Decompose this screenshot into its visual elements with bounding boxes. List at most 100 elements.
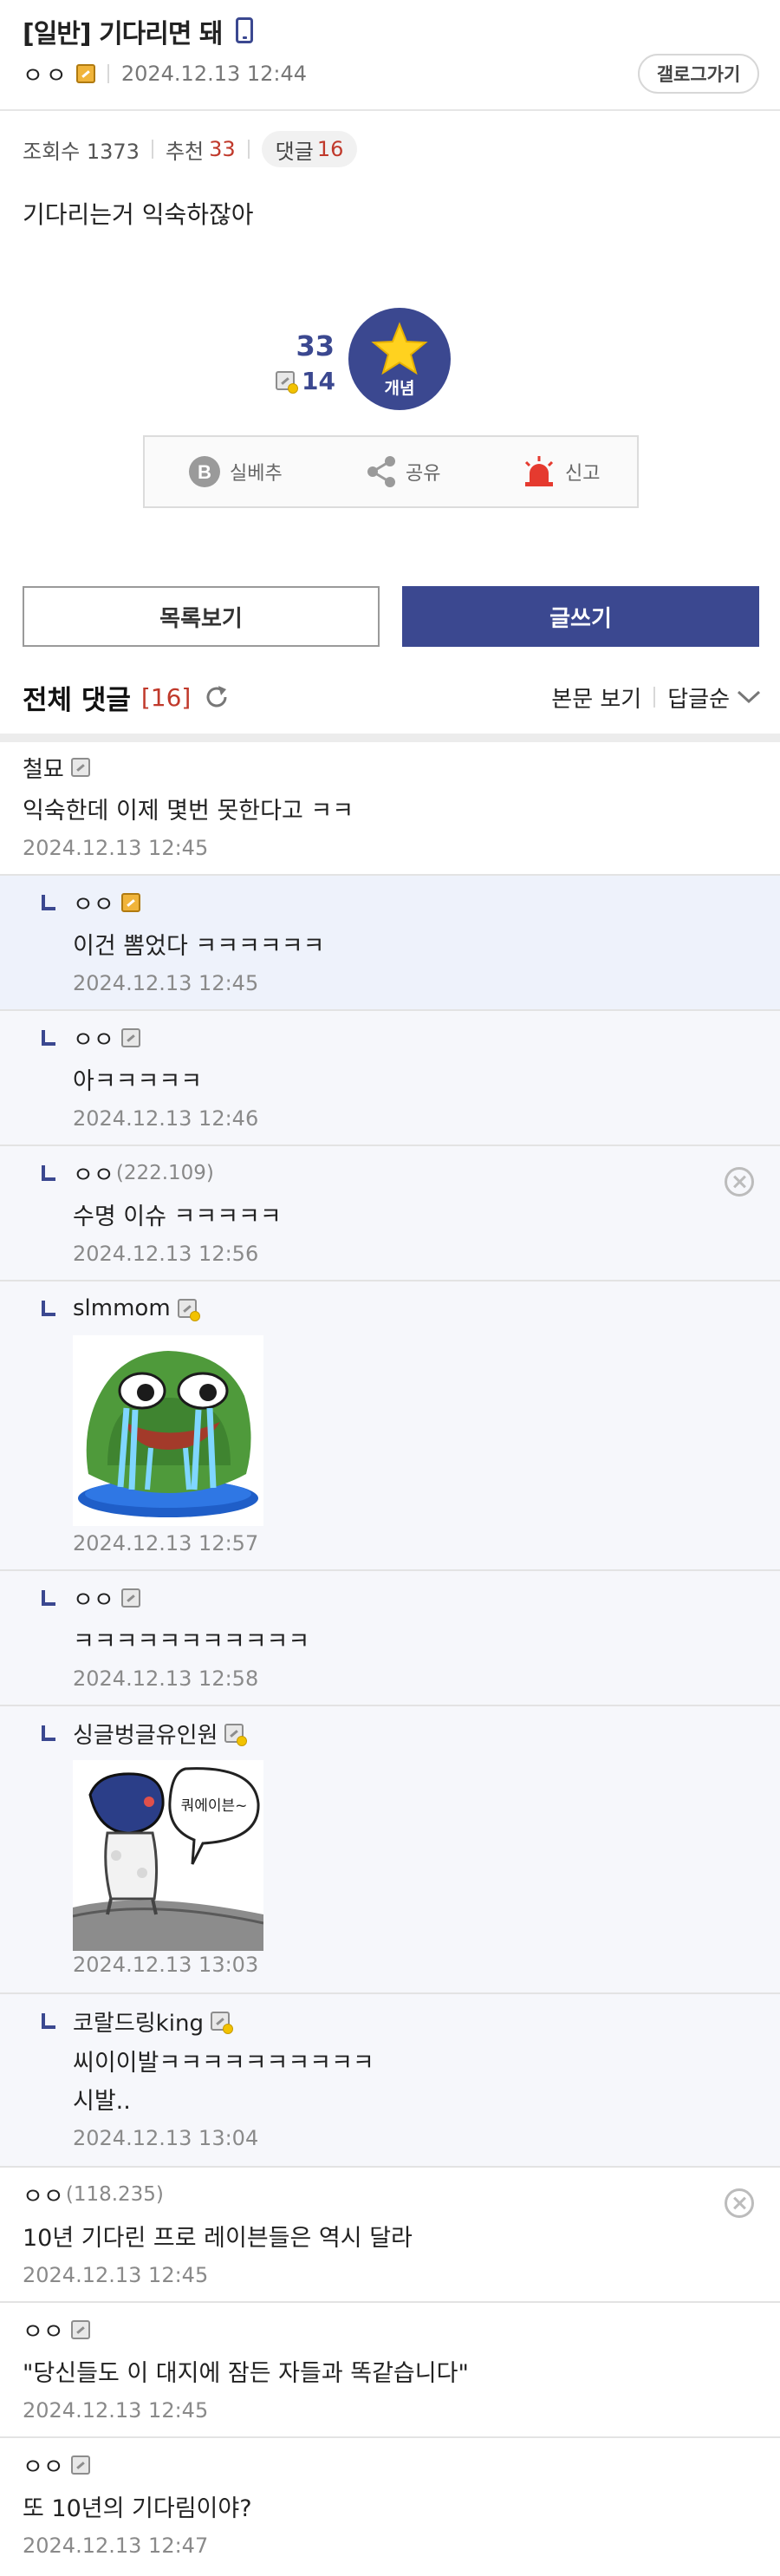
share-button[interactable]: 공유 xyxy=(366,437,440,506)
comment-date: 2024.12.13 12:47 xyxy=(23,2534,209,2558)
refresh-icon[interactable] xyxy=(203,683,231,711)
comment-count-pill[interactable]: 댓글 16 xyxy=(261,131,358,167)
comment-section-header: 전체 댓글 [16] xyxy=(23,678,231,716)
recommend-label: 추천 xyxy=(165,139,205,164)
comment-item: 철묘 익숙한데 이제 몇번 못한다고 ㅋㅋ 2024.12.13 12:45 xyxy=(0,742,780,876)
ip-address: (118.235) xyxy=(65,2183,164,2206)
gallog-badge-icon xyxy=(120,893,140,912)
nickname[interactable]: 싱글벙글유인원 xyxy=(73,1718,218,1750)
section-divider xyxy=(0,734,780,742)
comment-date: 2024.12.13 12:58 xyxy=(73,1666,259,1691)
comment-nick[interactable]: ㅇㅇ xyxy=(73,887,140,919)
comment-date: 2024.12.13 12:57 xyxy=(73,1531,259,1555)
comment-nick[interactable]: ㅇㅇ xyxy=(23,2314,90,2346)
comment-date: 2024.12.13 12:46 xyxy=(73,1106,259,1131)
comment-text: 아ㅋㅋㅋㅋㅋ xyxy=(73,1068,203,1095)
recommend-total: 33 xyxy=(296,329,335,362)
realbest-button[interactable]: B 실베추 xyxy=(188,437,283,506)
comment-nick[interactable]: 싱글벙글유인원 xyxy=(73,1718,248,1750)
delete-icon[interactable] xyxy=(725,2188,754,2218)
comment-text: 씨이이발ㅋㅋㅋㅋㅋㅋㅋㅋㅋㅋ xyxy=(73,2050,374,2077)
nickname[interactable]: ㅇㅇ xyxy=(23,2179,64,2211)
fixed-recommend-row: 14 xyxy=(276,366,335,395)
post-body: 기다리는거 익숙하잖아 xyxy=(23,200,254,229)
nickname[interactable]: slmmom xyxy=(73,1295,171,1321)
nickname[interactable]: ㅇㅇ xyxy=(73,1022,114,1054)
concept-recommend-button[interactable]: 개념 xyxy=(348,308,451,410)
divider xyxy=(151,140,153,159)
gallog-button[interactable]: 갤로그가기 xyxy=(638,54,759,94)
character-sticker: 쿼에이븐~ xyxy=(72,1760,264,1951)
reply-arrow-icon xyxy=(42,1590,55,1606)
gallog-badge-icon xyxy=(210,2012,233,2034)
siren-icon xyxy=(524,456,554,486)
post-stats: 조회수 1373 추천 33 댓글 16 xyxy=(23,130,358,168)
gallog-badge-icon xyxy=(70,2455,90,2475)
comment-text-line2: 시발.. xyxy=(73,2088,131,2115)
nickname[interactable]: ㅇㅇ xyxy=(73,1158,114,1190)
realbest-icon: B xyxy=(189,456,220,487)
comment-nick[interactable]: ㅇㅇ xyxy=(73,1582,140,1614)
post-date: 2024.12.13 12:44 xyxy=(120,62,308,86)
reply-item: ㅇㅇ ㅋㅋㅋㅋㅋㅋㅋㅋㅋㅋㅋ 2024.12.13 12:58 xyxy=(0,1571,780,1706)
view-body-button[interactable]: 본문 보기 xyxy=(551,681,641,714)
comment-tools: 본문 보기 답글순 xyxy=(551,678,763,716)
comment-text: "당신들도 이 대지에 잠든 자들과 똑같습니다" xyxy=(23,2360,469,2387)
reply-arrow-icon xyxy=(42,1725,55,1741)
sort-select[interactable]: 답글순 xyxy=(667,681,730,714)
comment-nick[interactable]: ㅇㅇ xyxy=(23,2449,90,2481)
chevron-down-icon[interactable] xyxy=(735,688,763,707)
comment-nick[interactable]: ㅇㅇ (118.235) xyxy=(23,2179,164,2211)
write-button[interactable]: 글쓰기 xyxy=(402,586,759,647)
gallog-badge-icon xyxy=(75,64,95,83)
nickname[interactable]: ㅇㅇ xyxy=(23,2314,64,2346)
divider xyxy=(107,64,109,83)
post-header: [일반] 기다리면 돼 ㅇㅇ 2024.12.13 12:44 갤로그가기 xyxy=(0,0,780,111)
reply-arrow-icon xyxy=(42,1165,55,1181)
share-label: 공유 xyxy=(406,463,441,485)
reply-arrow-icon xyxy=(42,895,55,910)
realbest-label: 실베추 xyxy=(230,463,283,485)
comment-date: 2024.12.13 12:45 xyxy=(73,971,259,995)
list-button[interactable]: 목록보기 xyxy=(23,586,380,647)
comment-text: ㅋㅋㅋㅋㅋㅋㅋㅋㅋㅋㅋ xyxy=(73,1628,310,1655)
gallog-badge-icon xyxy=(120,1588,140,1608)
reply-item: ㅇㅇ 아ㅋㅋㅋㅋㅋ 2024.12.13 12:46 xyxy=(0,1011,780,1146)
nickname[interactable]: 철묘 xyxy=(23,752,64,784)
gallog-badge-icon xyxy=(70,2320,90,2339)
reply-arrow-icon xyxy=(42,1301,55,1316)
reply-arrow-icon xyxy=(42,2013,55,2029)
comment-item: ㅇㅇ 또 10년의 기다림이야? 2024.12.13 12:47 xyxy=(0,2438,780,2576)
comment-date: 2024.12.13 13:03 xyxy=(73,1953,259,1977)
reply-item: 코랄드링king 씨이이발ㅋㅋㅋㅋㅋㅋㅋㅋㅋㅋ 시발.. 2024.12.13 … xyxy=(0,1994,780,2168)
reply-item: ㅇㅇ 이건 뽐었다 ㅋㅋㅋㅋㅋㅋ 2024.12.13 12:45 xyxy=(0,876,780,1011)
view-count: 조회수 1373 xyxy=(23,139,140,164)
mobile-icon xyxy=(236,17,253,43)
sticker-speech-text: 쿼에이븐~ xyxy=(181,1797,248,1815)
comment-date: 2024.12.13 12:45 xyxy=(23,2263,209,2287)
gallog-badge-icon xyxy=(177,1299,200,1321)
crying-frog-sticker xyxy=(73,1335,263,1526)
gallog-badge-icon xyxy=(224,1724,248,1746)
nickname[interactable]: ㅇㅇ xyxy=(73,1582,114,1614)
nickname[interactable]: 코랄드링king xyxy=(73,2005,204,2038)
fixed-user-icon xyxy=(276,371,298,394)
comment-nick[interactable]: slmmom xyxy=(73,1294,200,1323)
star-icon xyxy=(371,322,428,375)
post-title: [일반] 기다리면 돼 xyxy=(23,19,224,49)
comment-nick[interactable]: ㅇㅇ xyxy=(73,1023,140,1053)
report-label: 신고 xyxy=(565,463,601,485)
delete-icon[interactable] xyxy=(725,1167,754,1197)
author-name[interactable]: ㅇㅇ xyxy=(23,58,69,90)
ip-address: (222.109) xyxy=(115,1162,214,1184)
report-button[interactable]: 신고 xyxy=(522,437,600,506)
divider xyxy=(653,687,656,708)
concept-label: 개념 xyxy=(384,379,415,398)
comment-nick[interactable]: 코랄드링king xyxy=(73,2005,233,2038)
comment-nick[interactable]: 철묘 xyxy=(23,752,90,784)
comment-text: 이건 뽐었다 ㅋㅋㅋㅋㅋㅋ xyxy=(73,933,325,960)
comment-nick[interactable]: ㅇㅇ (222.109) xyxy=(73,1158,214,1190)
comment-count: 16 xyxy=(316,137,344,161)
nickname[interactable]: ㅇㅇ xyxy=(73,887,114,919)
nickname[interactable]: ㅇㅇ xyxy=(23,2449,64,2481)
